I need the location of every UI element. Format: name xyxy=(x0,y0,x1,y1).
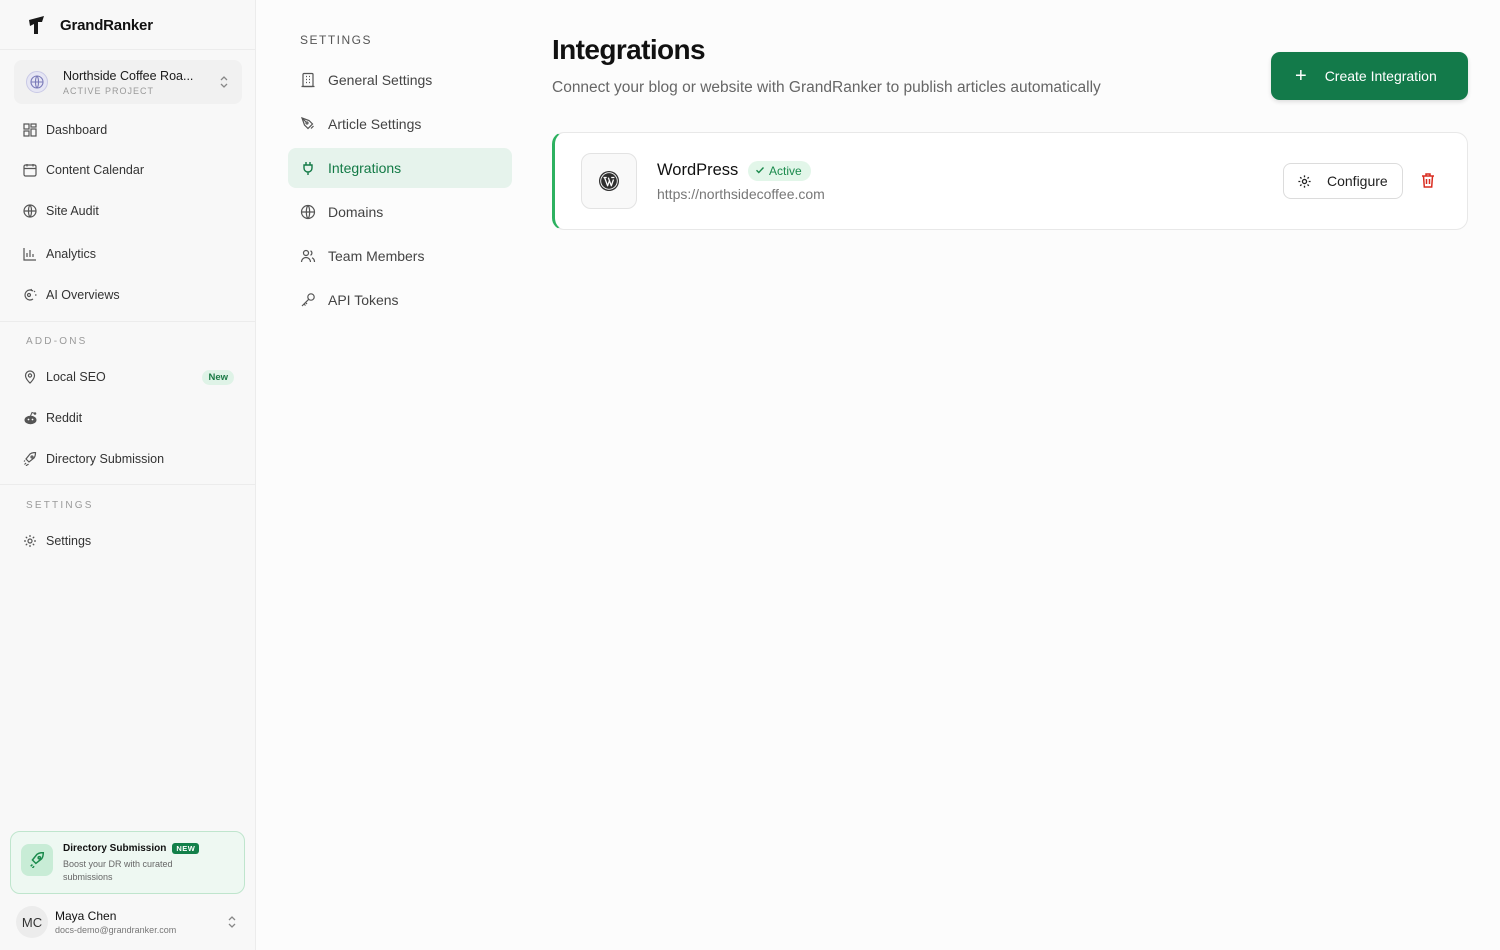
reddit-icon xyxy=(22,410,38,426)
avatar: MC xyxy=(16,906,48,938)
create-integration-label: Create Integration xyxy=(1324,68,1437,84)
new-badge: New xyxy=(202,369,234,385)
sidebar-item-reddit[interactable]: Reddit xyxy=(14,402,242,434)
status-text: Active xyxy=(769,164,802,178)
globe-icon xyxy=(22,203,38,219)
user-email: docs-demo@grandranker.com xyxy=(55,925,177,935)
settings-item-integrations[interactable]: Integrations xyxy=(288,148,512,188)
addons-heading: ADD-ONS xyxy=(26,336,88,347)
project-globe-icon xyxy=(26,71,48,93)
settings-item-label: API Tokens xyxy=(328,292,399,308)
chevron-up-down-icon xyxy=(226,914,238,935)
chevron-up-down-icon xyxy=(218,74,230,95)
promo-description: Boost your DR with curated submissions xyxy=(63,859,173,882)
rocket-icon xyxy=(21,844,53,876)
sidebar-item-analytics[interactable]: Analytics xyxy=(14,238,242,270)
pen-icon xyxy=(300,116,316,132)
project-name: Northside Coffee Roa... xyxy=(63,68,194,83)
page-subtitle: Connect your blog or website with GrandR… xyxy=(552,79,1101,96)
sidebar-item-label: Reddit xyxy=(46,411,83,425)
map-pin-icon xyxy=(22,369,38,385)
globe-icon xyxy=(300,204,316,220)
trash-icon xyxy=(1420,172,1436,194)
sidebar-item-label: Dashboard xyxy=(46,123,108,137)
settings-item-team-members[interactable]: Team Members xyxy=(288,236,512,276)
settings-item-api-tokens[interactable]: API Tokens xyxy=(288,280,512,320)
settings-item-general[interactable]: General Settings xyxy=(288,60,512,100)
configure-label: Configure xyxy=(1327,173,1388,189)
grandranker-logo-icon xyxy=(26,14,48,36)
calendar-icon xyxy=(22,162,38,178)
settings-item-label: General Settings xyxy=(328,72,433,88)
sidebar-item-label: Content Calendar xyxy=(46,163,144,177)
gear-icon xyxy=(22,533,38,549)
project-label: ACTIVE PROJECT xyxy=(63,85,155,96)
wordpress-icon xyxy=(581,153,637,209)
new-badge: NEW xyxy=(172,843,200,854)
settings-item-label: Domains xyxy=(328,204,384,220)
project-switcher[interactable]: Northside Coffee Roa... ACTIVE PROJECT xyxy=(14,60,242,104)
sidebar-item-settings[interactable]: Settings xyxy=(14,525,242,557)
settings-item-label: Integrations xyxy=(328,160,402,176)
configure-button[interactable]: Configure xyxy=(1283,163,1403,199)
sidebar-item-label: Site Audit xyxy=(46,204,99,218)
integration-url: https://northsidecoffee.com xyxy=(657,186,825,202)
user-menu[interactable]: MC Maya Chen docs-demo@grandranker.com xyxy=(16,905,244,939)
plug-icon xyxy=(300,160,316,176)
sidebar-item-ai-overviews[interactable]: AI Overviews xyxy=(14,279,242,311)
bar-chart-icon xyxy=(22,246,38,262)
status-badge: Active xyxy=(748,161,811,181)
page-title: Integrations xyxy=(552,34,706,65)
settings-item-label: Team Members xyxy=(328,248,425,264)
users-icon xyxy=(300,248,316,264)
check-icon xyxy=(755,164,765,178)
app-name: GrandRanker xyxy=(60,16,153,34)
delete-integration-button[interactable] xyxy=(1420,172,1436,194)
sidebar-item-label: AI Overviews xyxy=(46,288,120,302)
integration-card: WordPress Active https://northsidecoffee… xyxy=(552,132,1468,230)
sidebar-item-label: Settings xyxy=(46,534,92,548)
key-icon xyxy=(300,292,316,308)
sidebar-item-content-calendar[interactable]: Content Calendar xyxy=(14,154,242,186)
sidebar-item-label: Directory Submission xyxy=(46,452,165,466)
settings-item-label: Article Settings xyxy=(328,116,422,132)
brand[interactable]: GrandRanker xyxy=(26,12,153,38)
user-name: Maya Chen xyxy=(55,909,117,923)
promo-title: Directory Submission NEW xyxy=(63,843,200,854)
divider xyxy=(0,321,255,322)
plus-icon: + xyxy=(1295,65,1307,87)
settings-item-article[interactable]: Article Settings xyxy=(288,104,512,144)
promo-title-text: Directory Submission xyxy=(63,843,167,854)
sidebar-item-dashboard[interactable]: Dashboard xyxy=(14,114,242,146)
sidebar-item-label: Local SEO xyxy=(46,370,106,384)
rocket-icon xyxy=(22,451,38,467)
ai-overviews-icon xyxy=(22,287,38,303)
sidebar-item-label: Analytics xyxy=(46,247,97,261)
settings-nav-heading: SETTINGS xyxy=(300,33,373,47)
settings-heading: SETTINGS xyxy=(26,500,94,511)
divider xyxy=(0,49,255,50)
sidebar-item-directory-submission[interactable]: Directory Submission xyxy=(14,443,242,475)
sidebar-item-local-seo[interactable]: Local SEO New xyxy=(14,361,242,393)
create-integration-button[interactable]: + Create Integration xyxy=(1271,52,1468,100)
sidebar-item-site-audit[interactable]: Site Audit xyxy=(14,195,242,227)
settings-item-domains[interactable]: Domains xyxy=(288,192,512,232)
promo-card[interactable]: Directory Submission NEW Boost your DR w… xyxy=(10,831,245,894)
building-icon xyxy=(300,72,316,88)
sidebar: GrandRanker Northside Coffee Roa... ACTI… xyxy=(0,0,256,950)
divider xyxy=(0,484,255,485)
integration-name: WordPress xyxy=(657,161,739,179)
dashboard-icon xyxy=(22,122,38,138)
gear-icon xyxy=(1297,174,1312,189)
